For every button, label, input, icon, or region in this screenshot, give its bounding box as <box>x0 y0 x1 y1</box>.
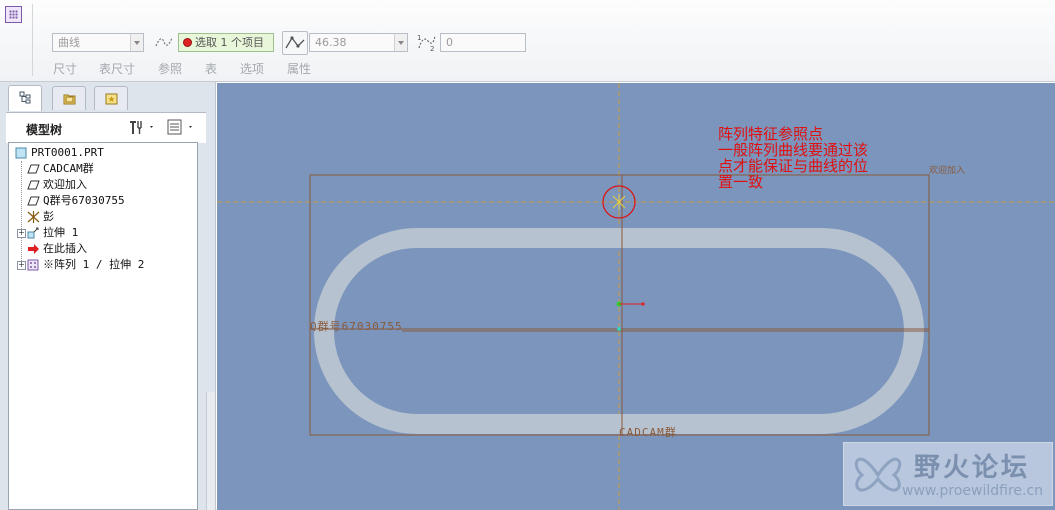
tools-icon <box>130 121 153 134</box>
spacing-mode-button[interactable] <box>282 31 308 55</box>
model-tree-header: 模型树 <box>6 112 206 143</box>
datum-plane-icon <box>27 163 40 175</box>
pattern-type-select[interactable]: 曲线 <box>52 33 144 52</box>
tab-references[interactable]: 参照 <box>158 60 182 77</box>
folder-icon <box>63 94 76 105</box>
tree-item-label: 拉伸 1 <box>43 226 79 239</box>
tree-item-pattern[interactable]: ※阵列 1 / 拉伸 2 <box>27 257 144 273</box>
tree-item-label: CADCAM群 <box>43 162 94 175</box>
datum-point-icon <box>612 194 626 210</box>
chevron-down-icon[interactable] <box>130 34 143 51</box>
tab-table[interactable]: 表 <box>205 60 217 77</box>
tree-item-insert-here[interactable]: 在此插入 <box>27 241 87 257</box>
toolbar-divider <box>32 4 33 76</box>
offset-input[interactable]: 0 <box>440 33 526 52</box>
model-tree-icon <box>19 91 31 104</box>
curve-reference-icon[interactable] <box>153 31 175 53</box>
tree-item-label: PRT0001.PRT <box>31 146 104 159</box>
annotation-line: 置一致 <box>718 173 764 191</box>
annotation-note: 阵列特征参照点 一般阵列曲线要通过该 点才能保证与曲线的位 置一致 <box>718 126 868 190</box>
tab-favorites[interactable] <box>94 86 128 110</box>
tree-show-button[interactable] <box>166 118 200 136</box>
extrude-icon <box>27 227 40 239</box>
tree-item-label: 在此插入 <box>43 242 87 255</box>
tree-item-label: Q群号67030755 <box>43 194 125 207</box>
part-icon <box>15 147 28 159</box>
favorites-icon <box>105 93 118 105</box>
feature-dashboard: 曲线 选取 1 个项目 46.38 12 0 尺寸 表尺寸 参照 表 选项 属性 <box>0 0 1055 82</box>
tree-item-csys[interactable]: 彭 <box>27 209 54 225</box>
coordinate-system-icon <box>27 211 40 223</box>
count-mode-icon[interactable]: 12 <box>415 31 437 53</box>
tab-dimensions[interactable]: 尺寸 <box>53 60 77 77</box>
svg-text:1: 1 <box>417 34 421 42</box>
model-tree-title: 模型树 <box>26 123 63 137</box>
pattern-icon <box>27 259 40 271</box>
pattern-type-value: 曲线 <box>58 36 80 49</box>
expand-toggle[interactable]: + <box>17 261 26 270</box>
chevron-down-icon[interactable] <box>394 34 407 51</box>
model-tree: PRT0001.PRT CADCAM群 欢迎加入 Q群号67030755 彭 拉… <box>8 142 198 510</box>
tree-item-label: ※阵列 1 / 拉伸 2 <box>43 258 145 271</box>
tab-properties[interactable]: 属性 <box>287 60 311 77</box>
tab-folder-browser[interactable] <box>52 86 86 110</box>
tree-item-datum-2[interactable]: 欢迎加入 <box>27 177 87 193</box>
show-list-icon <box>167 119 192 135</box>
svg-text:2: 2 <box>430 45 434 53</box>
insert-here-arrow-icon <box>27 243 40 255</box>
tree-item-datum-1[interactable]: CADCAM群 <box>27 161 94 177</box>
navigator-panel: 模型树 PRT0001.PRT CADCAM群 欢迎加入 Q群号67030755… <box>0 82 216 510</box>
collector-text: 选取 1 个项目 <box>195 36 264 49</box>
tree-guide-line <box>21 161 23 265</box>
tree-item-extrude-1[interactable]: 拉伸 1 <box>27 225 78 241</box>
tab-options[interactable]: 选项 <box>240 60 264 77</box>
datum-plane-icon <box>27 195 40 207</box>
watermark-title: 野火论坛 <box>914 453 1031 483</box>
datum-tag-bottom: CADCAM群 <box>619 426 677 439</box>
selection-status-icon <box>183 38 192 47</box>
tree-item-datum-3[interactable]: Q群号67030755 <box>27 193 125 209</box>
tree-item-label: 欢迎加入 <box>43 178 87 191</box>
tab-model-tree[interactable] <box>8 85 42 111</box>
annotation-line: 阵列特征参照点 <box>718 125 824 143</box>
datum-tag-top-right: 欢迎加入 <box>929 166 966 176</box>
tree-settings-button[interactable] <box>127 118 157 136</box>
reference-collector[interactable]: 选取 1 个项目 <box>178 33 274 52</box>
tab-table-dimensions[interactable]: 表尺寸 <box>99 60 135 77</box>
section-point <box>617 327 621 331</box>
datum-plane-icon <box>27 179 40 191</box>
butterfly-logo-icon <box>854 457 902 492</box>
offset-value: 0 <box>446 36 453 49</box>
angle-input[interactable]: 46.38 <box>309 33 408 52</box>
annotation-line: 点才能保证与曲线的位 <box>718 157 869 175</box>
annotation-line: 一般阵列曲线要通过该 <box>718 141 869 159</box>
watermark-url: www.proewildfire.cn <box>902 483 1044 499</box>
expand-toggle[interactable]: + <box>17 229 26 238</box>
csys-x-end <box>641 302 645 306</box>
tree-item-part[interactable]: PRT0001.PRT <box>15 145 104 161</box>
angle-value: 46.38 <box>315 36 347 49</box>
pattern-tool-icon[interactable] <box>5 6 22 23</box>
forum-watermark: 野火论坛 www.proewildfire.cn <box>843 442 1053 506</box>
tree-item-label: 彭 <box>43 210 54 223</box>
datum-tag-left: Q群号67030755 <box>310 320 403 333</box>
navigator-scrollbar[interactable] <box>206 392 215 510</box>
